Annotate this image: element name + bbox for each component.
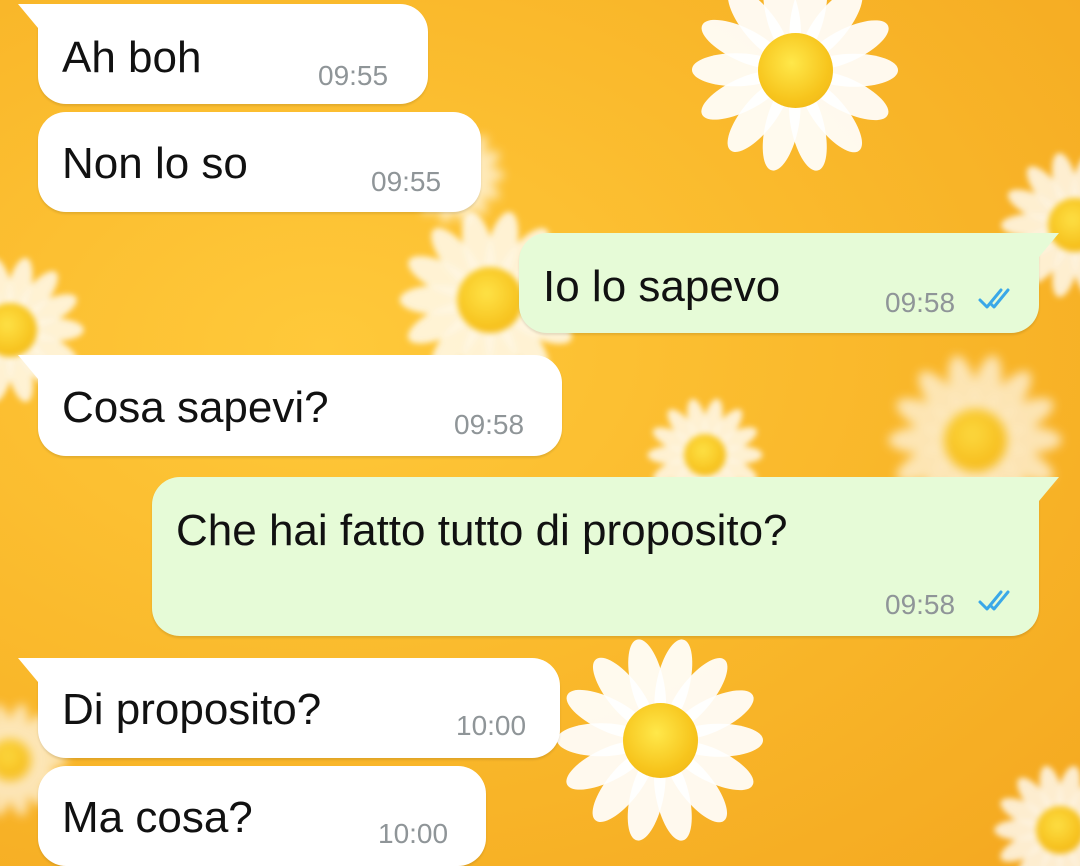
message-text: Che hai fatto tutto di proposito? bbox=[176, 506, 788, 555]
message-timestamp: 09:55 bbox=[318, 60, 389, 91]
daisy-center bbox=[943, 408, 1007, 472]
message-text: Io lo sapevo bbox=[543, 262, 781, 311]
daisy-center bbox=[622, 702, 698, 778]
incoming-message-bubble[interactable]: Non lo so 09:55 bbox=[38, 112, 481, 212]
message-timestamp: 09:58 bbox=[885, 589, 956, 620]
daisy-center bbox=[1036, 806, 1080, 854]
incoming-message-bubble[interactable]: Di proposito? 10:00 bbox=[18, 658, 560, 758]
message-timestamp: 09:58 bbox=[454, 409, 525, 440]
message-timestamp: 10:00 bbox=[378, 818, 449, 849]
daisy-center bbox=[457, 267, 523, 333]
message-timestamp: 09:55 bbox=[371, 166, 442, 197]
message-text: Ah boh bbox=[62, 33, 202, 82]
message-text: Non lo so bbox=[62, 139, 248, 188]
daisy-center bbox=[684, 434, 726, 476]
double-check-icon bbox=[978, 590, 1010, 611]
incoming-message-bubble[interactable]: Cosa sapevi? 09:58 bbox=[18, 355, 562, 456]
incoming-message-bubble[interactable]: Ma cosa? 10:00 bbox=[38, 766, 486, 866]
message-text: Ma cosa? bbox=[62, 793, 253, 842]
outgoing-message-bubble[interactable]: Che hai fatto tutto di proposito? 09:58 bbox=[152, 477, 1059, 636]
message-timestamp: 10:00 bbox=[456, 710, 527, 741]
message-text: Di proposito? bbox=[62, 685, 322, 734]
daisy-center bbox=[757, 32, 833, 108]
outgoing-message-bubble[interactable]: Io lo sapevo 09:58 bbox=[519, 233, 1059, 333]
message-text: Cosa sapevi? bbox=[62, 383, 329, 432]
double-check-icon bbox=[978, 288, 1010, 309]
message-timestamp: 09:58 bbox=[885, 287, 956, 318]
incoming-message-bubble[interactable]: Ah boh 09:55 bbox=[18, 4, 428, 104]
